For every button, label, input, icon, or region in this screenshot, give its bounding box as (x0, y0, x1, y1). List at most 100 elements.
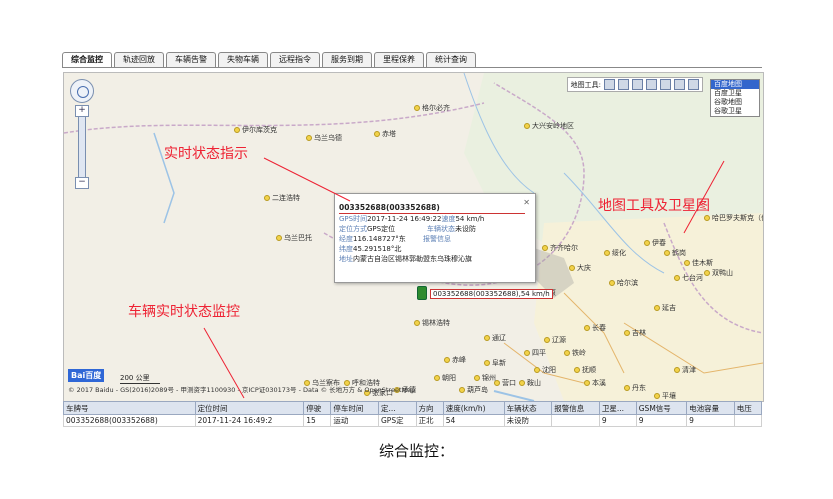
table-cell: 未设防 (503, 414, 553, 427)
page-caption: 综合监控： (378, 442, 454, 460)
map-city-label: 四平 (524, 348, 546, 358)
zoom-in-button[interactable]: + (75, 105, 89, 117)
gps-time-label: GPS时间 (339, 215, 368, 223)
ruler-icon[interactable] (646, 79, 657, 90)
vehicle-info-popup: ✕ 003352688(003352688) GPS时间 2017-11-24 … (334, 193, 536, 283)
map-city-label: 沈阳 (534, 365, 556, 375)
column-header[interactable]: 报警信息 (551, 401, 600, 415)
lat-label: 纬度 (339, 245, 353, 253)
tab-1[interactable]: 综合监控 (62, 52, 112, 67)
tab-3[interactable]: 车辆告警 (166, 52, 216, 67)
zoom-out-button[interactable]: − (75, 177, 89, 189)
map-toolbar: 地图工具: (566, 77, 703, 92)
map-city-label: 清津 (674, 365, 696, 375)
table-cell: 9 (635, 414, 688, 427)
speed-value: 54 km/h (455, 215, 485, 223)
tab-7[interactable]: 里程保养 (374, 52, 424, 67)
table-header-row: 车牌号 定位时间 停驶 停车时间 定... 方向 速度(km/h) 车辆状态 报警信息 卫星...… (63, 401, 763, 415)
vehicle-status-table: 车牌号 定位时间 停驶 停车时间 定... 方向 速度(km/h) 车辆状态 报警信息 卫星...… (63, 401, 763, 427)
measure-icon[interactable] (604, 79, 615, 90)
marker-icon[interactable] (674, 79, 685, 90)
map-city-label: 丹东 (624, 383, 646, 393)
lng-label: 经度 (339, 235, 353, 243)
map-type-option[interactable]: 百度卫星 (711, 89, 759, 98)
column-header[interactable]: 停驶 (303, 401, 332, 415)
map-city-label: 乌兰乌德 (306, 133, 342, 143)
table-cell: GPS定 (377, 414, 417, 427)
map-city-label: 伊尔库茨克 (234, 125, 277, 135)
map-city-label: 朝阳 (434, 373, 456, 383)
column-header[interactable]: GSM信号 (635, 401, 688, 415)
table-cell: 54 (442, 414, 505, 427)
vehicle-marker-label[interactable]: 003352688(003352688),54 km/h (430, 289, 553, 299)
map-view[interactable]: + − 格尔必齐大兴安岭地区 伊尔库茨克乌兰乌德 赤塔乌兰巴托 哈巴罗夫斯克（伯力） 齐… (63, 72, 764, 402)
area-icon[interactable] (660, 79, 671, 90)
map-city-label: 佳木斯 (684, 258, 713, 268)
column-header[interactable]: 电压 (733, 401, 763, 415)
zoom-slider[interactable] (78, 105, 86, 187)
column-header[interactable]: 车牌号 (63, 401, 196, 415)
map-city-label: 铁岭 (564, 348, 586, 358)
map-city-label: 大兴安岭地区 (524, 121, 574, 131)
table-row[interactable]: 003352688(003352688) 2017-11-24 16:49:2 15… (63, 414, 763, 427)
map-city-label: 格尔必齐 (414, 103, 450, 113)
table-cell: 运动 (330, 414, 379, 427)
map-city-label: 吉林 (624, 328, 646, 338)
map-type-option[interactable]: 谷歌卫星 (711, 107, 759, 116)
table-cell: 2017-11-24 16:49:2 (194, 414, 305, 427)
popup-title: 003352688(003352688) (339, 203, 525, 214)
column-header[interactable]: 车辆状态 (503, 401, 553, 415)
annotation-map-tools: 地图工具及卫星图 (598, 198, 710, 214)
tab-4[interactable]: 失物车辆 (218, 52, 268, 67)
close-icon[interactable]: ✕ (523, 198, 530, 207)
column-header[interactable]: 停车时间 (330, 401, 379, 415)
map-type-option[interactable]: 百度地图 (711, 80, 759, 89)
tab-2[interactable]: 轨迹回放 (114, 52, 164, 67)
table-cell: 9 (686, 414, 735, 427)
map-city-label: 哈巴罗夫斯克（伯力） (704, 213, 763, 223)
column-header[interactable]: 定... (377, 401, 417, 415)
map-type-option[interactable]: 谷歌地图 (711, 98, 759, 107)
tab-6[interactable]: 服务到期 (322, 52, 372, 67)
pan-control[interactable] (70, 79, 94, 103)
zoom-box-icon[interactable] (618, 79, 629, 90)
map-city-label: 通辽 (484, 333, 506, 343)
tab-bar: 综合监控 轨迹回放 车辆告警 失物车辆 远程指令 服务到期 里程保养 统计查询 (62, 52, 476, 68)
table-cell: 003352688(003352688) (63, 414, 196, 427)
table-cell: 15 (303, 414, 332, 427)
map-city-label: 双鸭山 (704, 268, 733, 278)
map-city-label: 平壤 (654, 391, 676, 401)
column-header[interactable]: 速度(km/h) (442, 401, 505, 415)
map-city-label: 抚顺 (574, 365, 596, 375)
lng-value: 116.148727°东 (353, 235, 406, 243)
column-header[interactable]: 电池容量 (686, 401, 735, 415)
map-city-label: 鞍山 (519, 378, 541, 388)
map-city-label: 阜新 (484, 358, 506, 368)
clear-icon[interactable] (688, 79, 699, 90)
map-city-label: 辽源 (544, 335, 566, 345)
map-scale: 200 公里 (120, 373, 160, 384)
table-cell (733, 414, 763, 427)
locate-label: 定位方式 (339, 225, 367, 233)
map-city-label: 葫芦岛 (459, 385, 488, 395)
column-header[interactable]: 卫星... (598, 401, 637, 415)
map-city-label: 大庆 (569, 263, 591, 273)
annotation-vehicle-monitor: 车辆实时状态监控 (128, 304, 240, 320)
tab-8[interactable]: 统计查询 (426, 52, 476, 67)
pan-hand-icon[interactable] (632, 79, 643, 90)
map-type-list: 百度地图 百度卫星 谷歌地图 谷歌卫星 (710, 79, 760, 117)
map-copyright: © 2017 Baidu - GS(2016)2089号 - 甲测资字11009… (68, 386, 416, 394)
column-header[interactable]: 定位时间 (194, 401, 305, 415)
vehicle-marker-icon[interactable] (417, 286, 427, 300)
tab-divider (62, 67, 762, 68)
map-city-label: 长春 (584, 323, 606, 333)
map-city-label: 锡林浩特 (414, 318, 450, 328)
gps-time-value: 2017-11-24 16:49:22 (367, 215, 442, 223)
map-city-label: 哈尔滨 (609, 278, 638, 288)
map-city-label: 赤峰 (444, 355, 466, 365)
address-label: 地址 (339, 255, 353, 263)
tab-5[interactable]: 远程指令 (270, 52, 320, 67)
column-header[interactable]: 方向 (415, 401, 444, 415)
table-cell: 9 (598, 414, 637, 427)
locate-value: GPS定位 (367, 225, 396, 233)
